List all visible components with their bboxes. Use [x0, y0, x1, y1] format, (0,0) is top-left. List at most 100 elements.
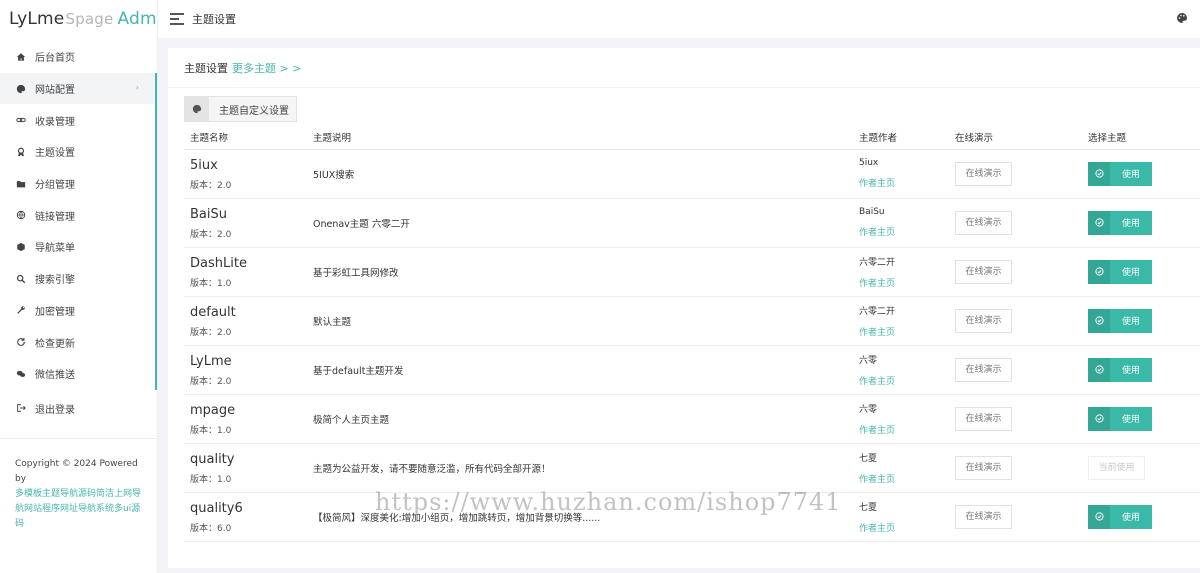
use-theme-button[interactable]: 使用 — [1088, 259, 1152, 284]
sidebar-item-label: 加密管理 — [35, 306, 75, 318]
online-demo-button[interactable]: 在线演示 — [955, 504, 1012, 529]
author-homepage-link[interactable]: 作者主页 — [859, 176, 949, 189]
use-label: 使用 — [1122, 268, 1141, 278]
sidebar-item-11[interactable]: 微信推送 — [0, 357, 157, 390]
topbar: 主题设置 — [158, 0, 1200, 38]
theme-author: 5iux — [859, 158, 879, 168]
demo-cell: 在线演示 — [949, 345, 1082, 395]
sidebar-item-7[interactable]: 导航菜单 — [0, 231, 157, 263]
theme-name: quality — [190, 451, 235, 467]
wrench-icon — [15, 304, 27, 316]
theme-name-cell: BaiSu 版本：2.0 — [184, 198, 307, 248]
use-theme-button[interactable]: 使用 — [1088, 210, 1152, 235]
theme-name-cell: LyLme 版本：2.0 — [184, 345, 307, 395]
theme-desc: 5IUX搜索 — [307, 149, 853, 199]
custom-theme-button[interactable]: 主题自定义设置 — [184, 96, 297, 122]
table-row: default 版本：2.0 默认主题 六零二开 作者主页 在线演示 使用 — [184, 296, 1200, 346]
sidebar-item-label: 链接管理 — [35, 211, 75, 223]
online-demo-button[interactable]: 在线演示 — [955, 406, 1012, 431]
use-theme-button[interactable]: 使用 — [1088, 504, 1152, 529]
theme-author-cell: 七夏 作者主页 — [853, 443, 949, 493]
online-demo-button[interactable]: 在线演示 — [955, 259, 1012, 284]
theme-name-cell: default 版本：2.0 — [184, 296, 307, 346]
use-label: 使用 — [1122, 513, 1141, 523]
author-homepage-link[interactable]: 作者主页 — [859, 225, 949, 238]
sidebar-item-1[interactable]: 后台首页 — [0, 41, 157, 73]
menu-toggle-icon[interactable] — [170, 13, 184, 25]
link-icon — [15, 114, 27, 126]
card-header: 主题设置 更多主题 > > — [168, 48, 1200, 88]
author-homepage-link[interactable]: 作者主页 — [859, 325, 949, 338]
watermark: https://www.huzhan.com/ishop7741 — [375, 488, 842, 516]
theme-desc: 基于彩虹工具网修改 — [307, 247, 853, 297]
online-demo-button[interactable]: 在线演示 — [955, 455, 1012, 480]
sidebar-item-label: 搜索引擎 — [35, 275, 75, 287]
header-demo: 在线演示 — [949, 126, 1082, 150]
home-icon — [15, 51, 27, 63]
sidebar-item-label: 分组管理 — [35, 180, 75, 192]
theme-version: 版本：2.0 — [190, 376, 232, 387]
cube-icon — [15, 241, 27, 253]
select-cell: 使用 — [1082, 247, 1200, 297]
logo-text-lylme: LyLme — [9, 9, 65, 29]
sidebar-item-12[interactable]: 退出登录 — [0, 393, 157, 425]
refresh-icon — [15, 336, 27, 348]
online-demo-button[interactable]: 在线演示 — [955, 210, 1012, 235]
sidebar-nav: 后台首页 网站配置 › 收录管理主题设置分组管理链接管理导航菜单搜索引擎加密管理检查更… — [0, 41, 157, 424]
sidebar-item-6[interactable]: 链接管理 — [0, 199, 157, 231]
sidebar-item-5[interactable]: 分组管理 — [0, 167, 157, 200]
sidebar-item-label: 检查更新 — [35, 338, 75, 350]
author-homepage-link[interactable]: 作者主页 — [859, 423, 949, 436]
theme-author: 七夏 — [859, 453, 878, 464]
sidebar-item-label: 主题设置 — [35, 148, 75, 160]
logo[interactable]: LyLme Spage Admin — [0, 0, 172, 38]
theme-name-cell: quality 版本：1.0 — [184, 443, 307, 493]
header-name: 主题名称 — [184, 126, 307, 150]
demo-cell: 在线演示 — [949, 247, 1082, 297]
online-demo-button[interactable]: 在线演示 — [955, 308, 1012, 333]
sidebar-item-4[interactable]: 主题设置 — [0, 136, 157, 168]
sidebar-item-8[interactable]: 搜索引擎 — [0, 262, 157, 295]
demo-cell: 在线演示 — [949, 296, 1082, 346]
header-author: 主题作者 — [853, 126, 949, 150]
author-homepage-link[interactable]: 作者主页 — [859, 374, 949, 387]
folder-icon — [15, 178, 27, 190]
online-demo-button[interactable]: 在线演示 — [955, 357, 1012, 382]
header-select: 选择主题 — [1082, 126, 1200, 150]
online-demo-button[interactable]: 在线演示 — [955, 161, 1012, 186]
theme-author: 六零二开 — [859, 257, 896, 268]
current-theme-button: 当前使用 — [1088, 455, 1145, 480]
use-theme-button[interactable]: 使用 — [1088, 406, 1152, 431]
logout-icon — [15, 402, 27, 414]
check-circle-icon — [1088, 406, 1110, 431]
use-theme-button[interactable]: 使用 — [1088, 357, 1152, 382]
theme-author-cell: 六零 作者主页 — [853, 394, 949, 444]
theme-desc: 默认主题 — [307, 296, 853, 346]
palette-icon — [15, 83, 27, 95]
sidebar-item-3[interactable]: 收录管理 — [0, 104, 157, 136]
sidebar-item-10[interactable]: 检查更新 — [0, 326, 157, 358]
check-circle-icon — [1088, 308, 1110, 333]
table-row: mpage 版本：1.0 极简个人主页主题 六零 作者主页 在线演示 使用 — [184, 394, 1200, 444]
table-row: 5iux 版本：2.0 5IUX搜索 5iux 作者主页 在线演示 使用 — [184, 149, 1200, 199]
author-homepage-link[interactable]: 作者主页 — [859, 521, 949, 534]
demo-cell: 在线演示 — [949, 394, 1082, 444]
select-cell: 当前使用 — [1082, 443, 1200, 493]
demo-cell: 在线演示 — [949, 149, 1082, 199]
card-title: 主题设置 — [184, 61, 228, 75]
theme-author-cell: 六零二开 作者主页 — [853, 247, 949, 297]
theme-desc: 主题为公益开发，请不要随意泛滥，所有代码全部开源！ — [307, 443, 853, 493]
theme-name: 5iux — [190, 157, 218, 173]
sidebar-item-9[interactable]: 加密管理 — [0, 294, 157, 327]
theme-name: LyLme — [190, 353, 232, 369]
author-homepage-link[interactable]: 作者主页 — [859, 276, 949, 289]
author-homepage-link[interactable]: 作者主页 — [859, 472, 949, 485]
copyright-link[interactable]: 多模板主题导航源码简洁上网导航网站程序网址导航系统多ui源码 — [15, 487, 142, 532]
table-row: DashLite 版本：1.0 基于彩虹工具网修改 六零二开 作者主页 在线演示 使用 — [184, 247, 1200, 297]
palette-icon[interactable] — [1176, 12, 1188, 27]
use-theme-button[interactable]: 使用 — [1088, 161, 1152, 186]
check-circle-icon — [1088, 259, 1110, 284]
more-themes-link[interactable]: 更多主题 > > — [232, 60, 301, 76]
use-theme-button[interactable]: 使用 — [1088, 308, 1152, 333]
sidebar-item-2[interactable]: 网站配置 › — [0, 72, 157, 105]
